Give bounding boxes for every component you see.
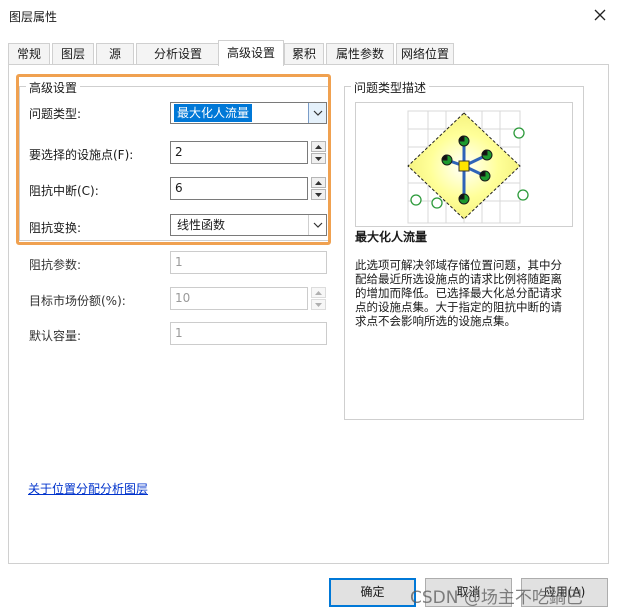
advanced-settings-legend: 高级设置 [26,79,81,96]
tab-source[interactable]: 源 [96,43,134,65]
spinner-up-button[interactable] [311,177,326,188]
market-share-spinner[interactable] [311,287,326,310]
spinner-up-button[interactable] [311,141,326,152]
chevron-down-icon [308,215,326,235]
tab-network-locations[interactable]: 网络位置 [396,43,454,65]
description-text: 此选项可解决邻域存储位置问题，其中分配给最近所选设施点的请求比例将随距离的增加而… [355,258,562,328]
apply-button[interactable]: 应用(A) [521,578,608,607]
market-share-input[interactable]: 10 [170,287,308,310]
spinner-up-button[interactable] [311,287,326,298]
cutoff-input[interactable]: 6 [170,177,308,200]
problem-description-legend: 问题类型描述 [351,79,430,96]
tab-layer[interactable]: 图层 [52,43,94,65]
chevron-down-icon [308,103,326,123]
market-share-label: 目标市场份额(%): [29,294,126,308]
title-bar: 图层属性 [0,0,617,32]
cancel-button[interactable]: 取消 [425,578,512,607]
param-input[interactable]: 1 [170,251,327,274]
tab-advanced-settings[interactable]: 高级设置 [218,40,284,66]
transform-value: 线性函数 [177,218,226,232]
transform-select[interactable]: 线性函数 [170,214,327,236]
close-icon [594,9,606,21]
facilities-spinner[interactable] [311,141,326,164]
problem-type-diagram [355,102,573,227]
tab-strip: 常规 图层 源 分析设置 高级设置 累积 属性参数 网络位置 [8,40,609,66]
cutoff-label: 阻抗中断(C): [29,184,99,198]
tab-analysis-settings[interactable]: 分析设置 [136,43,220,65]
triangle-down-icon [315,302,322,307]
about-location-allocation-link[interactable]: 关于位置分配分析图层 [28,480,148,497]
spinner-down-button[interactable] [311,153,326,164]
triangle-up-icon [315,144,322,149]
spinner-down-button[interactable] [311,189,326,200]
problem-type-select[interactable]: 最大化人流量 [170,102,327,124]
close-button[interactable] [586,2,614,28]
triangle-up-icon [315,290,322,295]
capacity-label: 默认容量: [29,329,82,343]
facilities-input[interactable]: 2 [170,141,308,164]
spinner-down-button[interactable] [311,299,326,310]
triangle-down-icon [315,156,322,161]
description-title: 最大化人流量 [355,230,428,244]
ok-button[interactable]: 确定 [329,578,416,607]
capacity-input[interactable]: 1 [170,322,327,345]
cutoff-spinner[interactable] [311,177,326,200]
param-label: 阻抗参数: [29,258,82,272]
transform-label: 阻抗变换: [29,221,82,235]
window-title: 图层属性 [9,10,58,24]
problem-type-value: 最大化人流量 [174,104,253,122]
triangle-up-icon [315,180,322,185]
triangle-down-icon [315,192,322,197]
tab-attribute-parameters[interactable]: 属性参数 [326,43,394,65]
problem-type-label: 问题类型: [29,107,82,121]
tab-general[interactable]: 常规 [8,43,50,65]
facilities-label: 要选择的设施点(F): [29,148,134,162]
tab-accumulation[interactable]: 累积 [284,43,324,65]
